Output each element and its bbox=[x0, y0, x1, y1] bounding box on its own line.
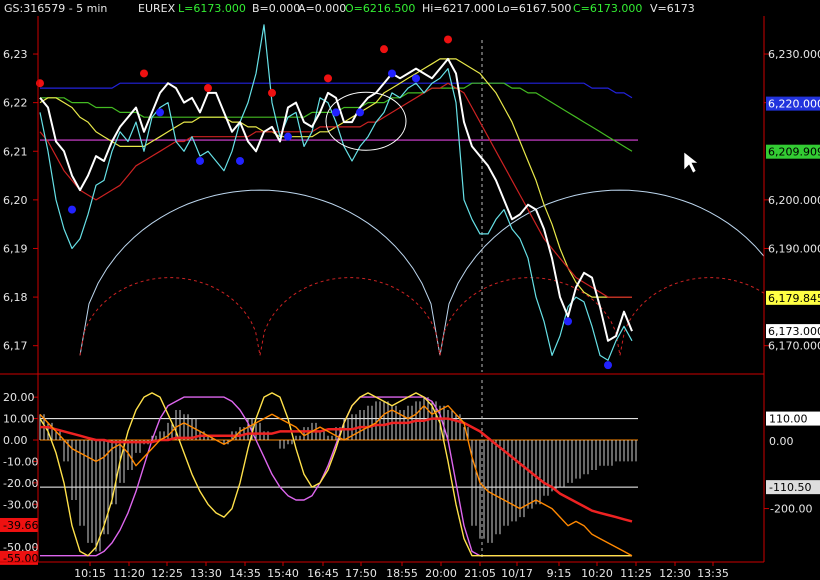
low-label: Lo=6167.500 bbox=[497, 2, 571, 15]
price-y-tick-label: 6,19 bbox=[3, 242, 28, 255]
price-y-tick-label: 6,23 bbox=[3, 48, 28, 61]
x-tick-label: 13:35 bbox=[697, 567, 729, 580]
x-tick-label: 14:35 bbox=[229, 567, 261, 580]
osc-value-tag-label: 110.00 bbox=[769, 413, 808, 426]
x-tick-label: 20:00 bbox=[425, 567, 457, 580]
price-y-tick-label: 6,22 bbox=[3, 97, 28, 110]
exchange-label: EUREX bbox=[138, 2, 176, 15]
price-value-tag-label: 6,220.000 bbox=[768, 98, 820, 111]
x-tick-label: 11:25 bbox=[620, 567, 652, 580]
osc-right-tick-label: -200.00 bbox=[770, 503, 812, 516]
price-value-tag-label: 6,179.845 bbox=[768, 292, 820, 305]
x-tick-label: 18:55 bbox=[386, 567, 418, 580]
price-y-tick-label: 6,18 bbox=[3, 291, 28, 304]
blue-signal-marker bbox=[564, 317, 572, 326]
x-tick-label: 10:15 bbox=[74, 567, 106, 580]
red-signal-marker bbox=[204, 84, 212, 93]
close-label: C=6173.000 bbox=[573, 2, 642, 15]
osc-y-tick-label: 20.00 bbox=[3, 391, 35, 404]
price-y-tick-label: 6,21 bbox=[3, 145, 28, 158]
x-tick-label: 13:30 bbox=[190, 567, 222, 580]
red-signal-marker bbox=[140, 69, 148, 78]
x-tick-label: 9:15 bbox=[547, 567, 572, 580]
red-signal-marker bbox=[36, 79, 44, 88]
blue-signal-marker bbox=[332, 108, 340, 117]
osc-y-tick-label: -30.00 bbox=[3, 498, 38, 511]
volume-label: V=6173 bbox=[650, 2, 695, 15]
x-tick-label: 12:30 bbox=[659, 567, 691, 580]
x-tick-label: 11:20 bbox=[113, 567, 145, 580]
red-signal-marker bbox=[444, 35, 452, 44]
blue-signal-marker bbox=[236, 156, 244, 165]
red-signal-marker bbox=[380, 45, 388, 54]
open-label: O=6216.500 bbox=[345, 2, 415, 15]
blue-signal-marker bbox=[156, 108, 164, 117]
blue-signal-marker bbox=[412, 74, 420, 83]
high-label: Hi=6217.000 bbox=[422, 2, 495, 15]
price-y-tick-label: 6,17 bbox=[3, 340, 28, 353]
price-right-tick-label: 6,190.000 bbox=[768, 242, 820, 255]
x-tick-label: 10/17 bbox=[501, 567, 533, 580]
price-y-tick-label: 6,20 bbox=[3, 194, 28, 207]
x-tick-label: 12:25 bbox=[151, 567, 183, 580]
red-signal-marker bbox=[324, 74, 332, 83]
symbol-label: GS:316579 - 5 min bbox=[4, 2, 107, 15]
blue-signal-marker bbox=[388, 69, 396, 78]
x-tick-label: 10:20 bbox=[581, 567, 613, 580]
bid-label: B=0.000 bbox=[252, 2, 300, 15]
osc-y-tick-label: 0.00 bbox=[3, 434, 28, 447]
osc-value-tag-label: -39.66 bbox=[3, 519, 38, 532]
price-right-tick-label: 6,230.000 bbox=[768, 48, 820, 61]
chart-canvas: GS:316579 - 5 min EUREX L=6173.000 B=0.0… bbox=[0, 0, 820, 580]
blue-signal-marker bbox=[284, 132, 292, 141]
price-right-tick-label: 6,200.000 bbox=[768, 194, 820, 207]
blue-signal-marker bbox=[604, 361, 612, 370]
ask-label: A=0.000 bbox=[298, 2, 346, 15]
x-tick-label: 21:05 bbox=[464, 567, 496, 580]
price-value-tag-label: 6,209.909 bbox=[768, 146, 820, 159]
osc-value-tag-label: -55.00 bbox=[3, 552, 38, 565]
osc-y-tick-label: -10.00 bbox=[3, 455, 38, 468]
price-right-tick-label: 6,170.000 bbox=[768, 340, 820, 353]
x-tick-label: 16:45 bbox=[307, 567, 339, 580]
osc-value-tag-label: -110.50 bbox=[769, 481, 811, 494]
x-tick-label: 17:50 bbox=[345, 567, 377, 580]
osc-y-tick-label: -20.00 bbox=[3, 477, 38, 490]
blue-signal-marker bbox=[196, 156, 204, 165]
price-value-tag-label: 6,173.000 bbox=[768, 325, 820, 338]
blue-signal-marker bbox=[68, 205, 76, 214]
osc-y-tick-label: 10.00 bbox=[3, 413, 35, 426]
osc-value-tag-label: 0.00 bbox=[769, 435, 794, 448]
red-signal-marker bbox=[268, 88, 276, 97]
last-price-label: L=6173.000 bbox=[178, 2, 246, 15]
x-tick-label: 15:40 bbox=[267, 567, 299, 580]
blue-signal-marker bbox=[356, 108, 364, 117]
